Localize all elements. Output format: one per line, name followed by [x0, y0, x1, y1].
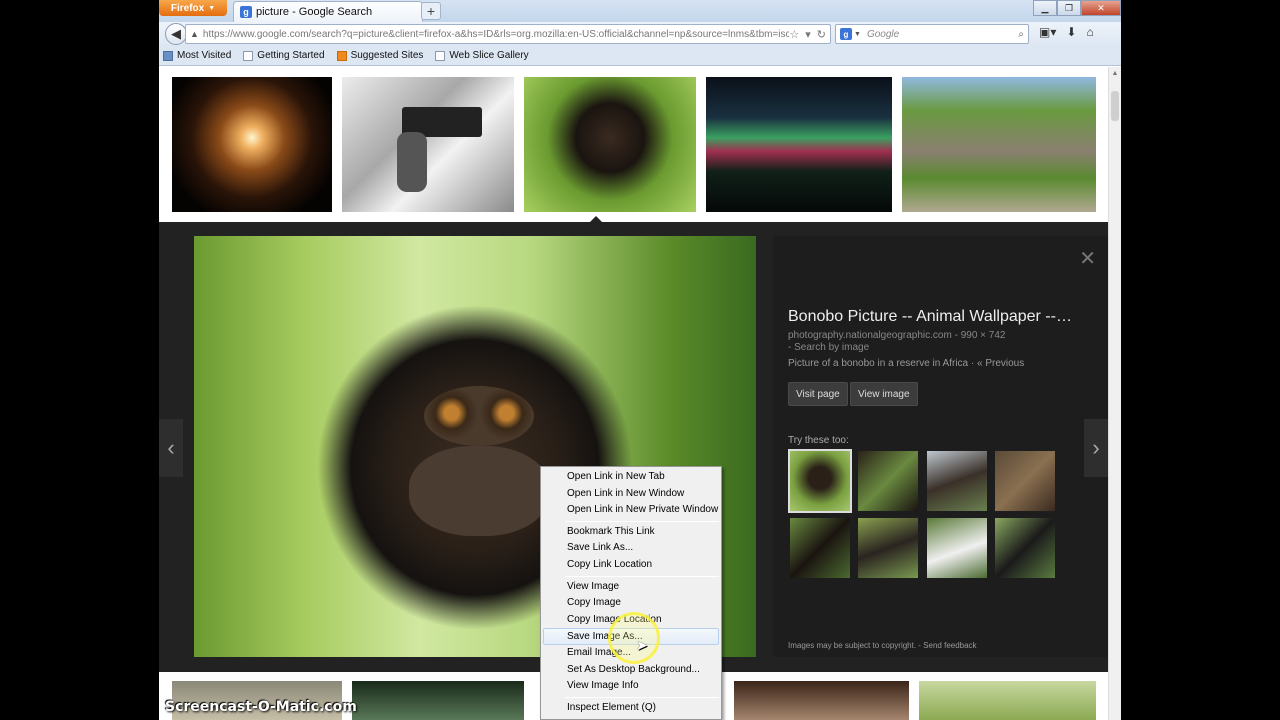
close-icon[interactable]: ✕: [1079, 246, 1096, 271]
image-title[interactable]: Bonobo Picture -- Animal Wallpaper --…: [788, 308, 1072, 326]
menu-view-image-info[interactable]: View Image Info: [541, 678, 721, 695]
menu-separator: [565, 520, 719, 522]
bookmark-suggested-sites[interactable]: Suggested Sites: [336, 50, 423, 61]
scroll-up-icon[interactable]: ▲: [1109, 67, 1121, 80]
suggested-icon: [336, 50, 347, 61]
bookmarks-toolbar: Most Visited Getting Started Suggested S…: [159, 46, 1121, 66]
scrollbar-thumb[interactable]: [1111, 91, 1119, 121]
star-icon[interactable]: ☆: [789, 28, 799, 41]
search-bar[interactable]: g ▼ Google ⌕: [835, 24, 1029, 44]
firefox-menu-button[interactable]: Firefox ▼: [159, 0, 227, 16]
tab-title: picture - Google Search: [256, 6, 373, 18]
related-image[interactable]: [995, 451, 1055, 511]
title-bar: Firefox ▼ g picture - Google Search + ▁ …: [159, 0, 1121, 22]
back-button[interactable]: ◀: [165, 23, 187, 45]
bookmark-web-slice-gallery[interactable]: Web Slice Gallery: [435, 50, 529, 61]
reload-icon[interactable]: ↻: [817, 28, 826, 41]
download-icon[interactable]: ⬇: [1066, 25, 1076, 39]
related-image[interactable]: [788, 449, 852, 513]
result-thumbnail[interactable]: [172, 77, 332, 212]
bookmarks-icon: [163, 50, 173, 61]
menu-copy-image[interactable]: Copy Image: [541, 595, 721, 612]
image-source: photography.nationalgeographic.com - 990…: [788, 330, 1006, 341]
bookmark-most-visited[interactable]: Most Visited: [163, 50, 231, 61]
result-thumbnail[interactable]: [342, 77, 514, 212]
google-search-engine-icon[interactable]: g: [840, 28, 852, 40]
menu-bookmark-link[interactable]: Bookmark This Link: [541, 524, 721, 541]
related-image[interactable]: [927, 451, 987, 511]
muzzle-shape: [409, 446, 549, 536]
close-window-button[interactable]: ✕: [1081, 0, 1121, 16]
restore-button[interactable]: ❐: [1057, 0, 1081, 16]
result-thumbnail[interactable]: [706, 77, 892, 212]
search-icon[interactable]: ⌕: [1018, 29, 1024, 40]
result-thumbnail[interactable]: [919, 681, 1096, 720]
navigation-bar: ◀ ▲ https://www.google.com/search?q=pict…: [159, 22, 1121, 46]
new-tab-button[interactable]: +: [421, 2, 441, 20]
face-shape: [424, 386, 534, 446]
result-thumbnail[interactable]: [902, 77, 1096, 212]
window-controls: ▁ ❐ ✕: [1033, 0, 1121, 16]
previous-image-button[interactable]: ‹: [159, 419, 183, 477]
vertical-scrollbar[interactable]: ▲: [1108, 67, 1121, 720]
menu-save-image-as[interactable]: Save Image As...: [543, 628, 719, 645]
result-thumbnail[interactable]: [734, 681, 909, 720]
menu-separator: [565, 575, 719, 577]
search-placeholder: Google: [866, 28, 900, 40]
mouse-pointer-icon: ➤: [636, 637, 648, 653]
chevron-right-icon: ›: [1092, 435, 1100, 460]
firefox-menu-label: Firefox: [170, 2, 205, 14]
menu-separator: [565, 696, 719, 698]
warning-icon: ▲: [190, 29, 199, 39]
dropdown-icon[interactable]: ▾: [805, 28, 811, 41]
bookmarks-menu-icon[interactable]: ▣▾: [1039, 25, 1056, 39]
search-by-image-link[interactable]: - Search by image: [788, 342, 869, 353]
menu-copy-image-location[interactable]: Copy Image Location: [541, 612, 721, 629]
context-menu: Open Link in New Tab Open Link in New Wi…: [540, 466, 722, 720]
menu-copy-link-location[interactable]: Copy Link Location: [541, 557, 721, 574]
related-label: Try these too:: [788, 435, 849, 446]
home-icon[interactable]: ⌂: [1086, 25, 1093, 39]
page-icon: [435, 50, 446, 61]
image-info-panel: ✕ Bonobo Picture -- Animal Wallpaper --……: [773, 236, 1108, 657]
related-image[interactable]: [858, 518, 918, 578]
minimize-button[interactable]: ▁: [1033, 0, 1057, 16]
google-favicon-icon: g: [240, 6, 252, 18]
menu-save-link-as[interactable]: Save Link As...: [541, 540, 721, 557]
page-icon: [243, 50, 254, 61]
view-image-button[interactable]: View image: [850, 382, 918, 406]
result-thumbnail[interactable]: [352, 681, 524, 720]
chevron-down-icon[interactable]: ▼: [854, 31, 861, 38]
bookmark-getting-started[interactable]: Getting Started: [243, 50, 325, 61]
menu-view-image[interactable]: View Image: [541, 579, 721, 596]
menu-set-desktop-background[interactable]: Set As Desktop Background...: [541, 662, 721, 679]
related-image[interactable]: [927, 518, 987, 578]
related-image[interactable]: [858, 451, 918, 511]
menu-open-link-private-window[interactable]: Open Link in New Private Window: [541, 502, 721, 519]
menu-inspect-element[interactable]: Inspect Element (Q): [541, 700, 721, 717]
back-arrow-icon: ◀: [171, 26, 181, 41]
related-image[interactable]: [790, 518, 850, 578]
menu-open-link-new-tab[interactable]: Open Link in New Tab: [541, 469, 721, 486]
menu-email-image[interactable]: Email Image...: [541, 645, 721, 662]
watermark: Screencast-O-Matic.com: [165, 699, 357, 715]
visit-page-button[interactable]: Visit page: [788, 382, 848, 406]
result-thumbnail-selected[interactable]: [524, 77, 696, 212]
next-image-button[interactable]: ›: [1084, 419, 1108, 477]
menu-open-link-new-window[interactable]: Open Link in New Window: [541, 486, 721, 503]
related-image[interactable]: [995, 518, 1055, 578]
chevron-left-icon: ‹: [167, 435, 175, 460]
chevron-down-icon: ▼: [208, 4, 216, 12]
address-bar[interactable]: ▲ https://www.google.com/search?q=pictur…: [185, 24, 831, 44]
send-feedback-link[interactable]: - Send feedback: [918, 641, 976, 650]
copyright-note: Images may be subject to copyright.: [788, 641, 917, 650]
url-text: https://www.google.com/search?q=picture&…: [202, 28, 790, 40]
image-description: Picture of a bonobo in a reserve in Afri…: [788, 358, 1025, 369]
tab-google-search[interactable]: g picture - Google Search: [233, 1, 423, 22]
